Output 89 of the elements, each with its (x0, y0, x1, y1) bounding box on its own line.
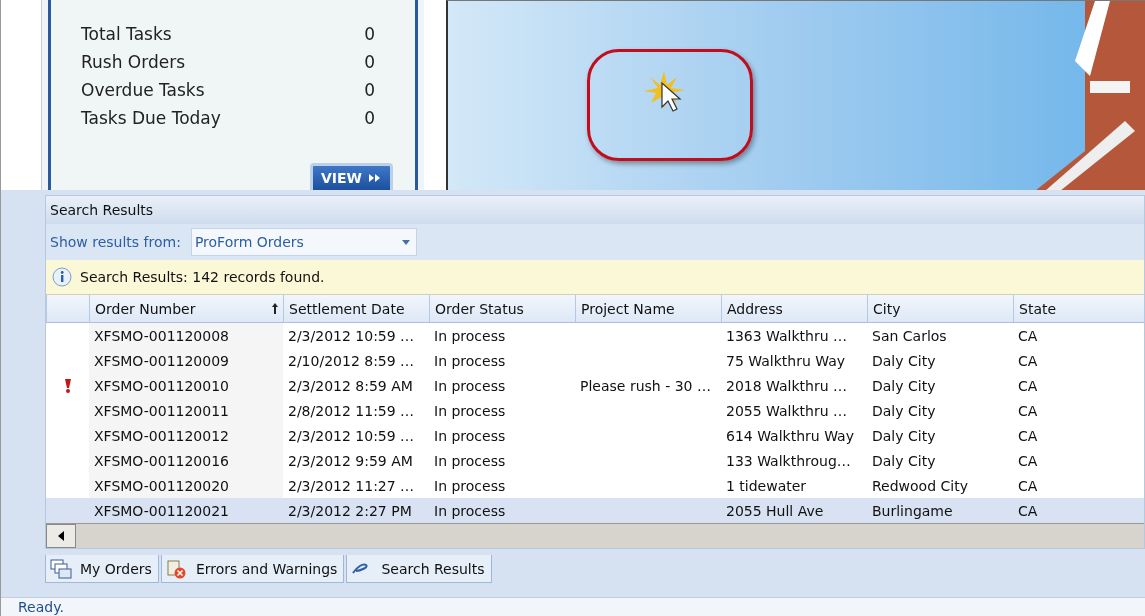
table-cell: Burlingame (872, 502, 953, 519)
table-cell: In process (434, 427, 506, 444)
bottom-tab[interactable]: My Orders (45, 555, 159, 583)
table-row[interactable]: XFSMO-001120021 2/3/2012 2:27 PM In process 2055 Hull Ave Burlingame CA (46, 498, 1144, 523)
column-header[interactable]: Project Name (575, 295, 721, 322)
table-cell: 2/10/2012 8:59 … (288, 352, 415, 369)
stat-label: Total Tasks (81, 24, 172, 44)
scroll-left-button[interactable] (46, 524, 76, 548)
table-cell: 2/3/2012 10:59 … (288, 427, 415, 444)
dropdown-caret-icon (401, 239, 410, 245)
column-header[interactable]: City (867, 295, 1013, 322)
column-header[interactable]: Order Status (429, 295, 575, 322)
table-cell: XFSMO-001120008 (94, 327, 229, 344)
table-cell: CA (1018, 477, 1038, 494)
stat-value: 0 (364, 108, 375, 128)
table-cell: Daly City (872, 402, 936, 419)
table-row[interactable]: XFSMO-001120010 2/3/2012 8:59 AM In process Please rush - 30 … 2018 Walkthru … Daly City CA (46, 373, 1144, 398)
column-header[interactable]: State (1013, 295, 1144, 322)
table-cell: XFSMO-001120021 (94, 502, 229, 519)
table-cell: San Carlos (872, 327, 947, 344)
bottom-tab[interactable]: Search Results (346, 555, 492, 583)
table-cell: 2/3/2012 8:59 AM (288, 377, 413, 394)
table-cell: XFSMO-001120012 (94, 427, 229, 444)
column-header[interactable]: Settlement Date (283, 295, 429, 322)
table-cell: CA (1018, 402, 1038, 419)
table-cell: CA (1018, 327, 1038, 344)
table-cell: In process (434, 402, 506, 419)
table-cell: XFSMO-001120020 (94, 477, 229, 494)
stat-value: 0 (364, 80, 375, 100)
table-cell: In process (434, 327, 506, 344)
filter-label: Show results from: (50, 234, 181, 250)
view-button[interactable]: VIEW (309, 163, 393, 190)
table-cell: In process (434, 452, 506, 469)
table-cell: CA (1018, 377, 1038, 394)
stat-value: 0 (364, 24, 375, 44)
clipboard-error-icon (165, 558, 188, 579)
table-cell: 2018 Walkthru … (726, 377, 848, 394)
table-cell: 75 Walkthru Way (726, 352, 846, 369)
table-cell: XFSMO-001120016 (94, 452, 229, 469)
table-row[interactable]: XFSMO-001120012 2/3/2012 10:59 … In process 614 Walkthru Way Daly City CA (46, 423, 1144, 448)
stat-label: Overdue Tasks (81, 80, 205, 100)
left-triangle-icon (58, 531, 64, 541)
table-cell: Please rush - 30 … (580, 377, 711, 394)
table-cell: 1 tidewater (726, 477, 807, 494)
table-cell: In process (434, 502, 506, 519)
info-message: Search Results: 142 records found. (80, 269, 325, 285)
table-cell: In process (434, 477, 506, 494)
bottom-tab[interactable]: Errors and Warnings (160, 555, 345, 583)
panel-title: Search Results (50, 202, 154, 218)
table-cell: 614 Walkthru Way (726, 427, 854, 444)
source-dropdown[interactable]: ProForm Orders (190, 228, 417, 256)
table-cell: XFSMO-001120011 (94, 402, 229, 419)
column-header[interactable]: Address (721, 295, 867, 322)
table-row[interactable]: XFSMO-001120009 2/10/2012 8:59 … In process 75 Walkthru Way Daly City CA (46, 348, 1144, 373)
table-cell: 2/3/2012 10:59 … (288, 327, 415, 344)
table-cell: 2/3/2012 9:59 AM (288, 452, 413, 469)
table-cell: Daly City (872, 377, 936, 394)
stat-value: 0 (364, 52, 375, 72)
table-cell: 2055 Walkthru … (726, 402, 848, 419)
status-text: Ready. (18, 599, 64, 615)
table-cell: Daly City (872, 452, 936, 469)
table-cell: 2/8/2012 11:59 … (288, 402, 415, 419)
horizontal-scrollbar[interactable] (46, 523, 1144, 548)
table-cell: In process (434, 377, 506, 394)
table-row[interactable]: XFSMO-001120020 2/3/2012 11:27 … In process 1 tidewater Redwood City CA (46, 473, 1144, 498)
stat-label: Tasks Due Today (81, 108, 221, 128)
table-row[interactable]: XFSMO-001120011 2/8/2012 11:59 … In process 2055 Walkthru … Daly City CA (46, 398, 1144, 423)
table-cell: CA (1018, 352, 1038, 369)
table-cell: Daly City (872, 352, 936, 369)
column-header[interactable]: Order Number (89, 295, 283, 322)
table-cell: 2055 Hull Ave (726, 502, 824, 519)
table-cell: 1363 Walkthru … (726, 327, 848, 344)
stat-label: Rush Orders (81, 52, 186, 72)
table-row[interactable]: XFSMO-001120016 2/3/2012 9:59 AM In process 133 Walkthroug… Daly City CA (46, 448, 1144, 473)
table-cell: XFSMO-001120010 (94, 377, 229, 394)
table-cell: In process (434, 352, 506, 369)
double-arrow-icon (368, 173, 382, 183)
table-row[interactable]: XFSMO-001120008 2/3/2012 10:59 … In process 1363 Walkthru … San Carlos CA (46, 323, 1144, 348)
table-cell: XFSMO-001120009 (94, 352, 229, 369)
info-icon (52, 267, 72, 287)
table-cell: CA (1018, 452, 1038, 469)
windows-icon (50, 558, 72, 579)
table-cell: CA (1018, 502, 1038, 519)
table-cell: 2/3/2012 2:27 PM (288, 502, 412, 519)
table-cell: 2/3/2012 11:27 … (288, 477, 415, 494)
table-cell: Redwood City (872, 477, 968, 494)
table-cell: Daly City (872, 427, 936, 444)
table-cell: 133 Walkthroug… (726, 452, 851, 469)
table-cell: CA (1018, 427, 1038, 444)
